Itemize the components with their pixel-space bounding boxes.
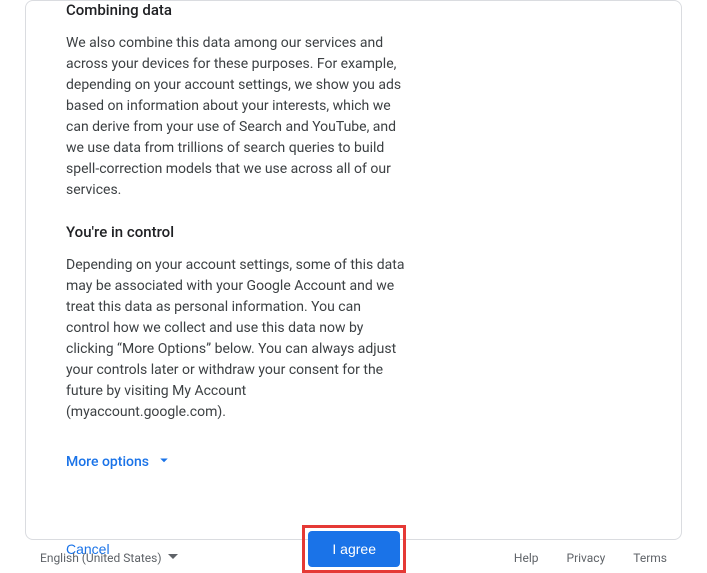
more-options-toggle[interactable]: More options <box>66 451 173 473</box>
youre-in-control-text: Depending on your account settings, some… <box>66 255 406 423</box>
signup-card: Combining data We also combine this data… <box>25 0 682 540</box>
button-row: Cancel I agree <box>66 525 406 573</box>
caret-down-icon <box>168 551 178 565</box>
agree-highlight-box: I agree <box>302 525 406 573</box>
more-options-label: More options <box>66 454 149 470</box>
privacy-link[interactable]: Privacy <box>567 551 606 565</box>
combining-data-text: We also combine this data among our serv… <box>66 33 406 201</box>
language-label: English (United States) <box>40 551 162 565</box>
footer: English (United States) Help Privacy Ter… <box>0 551 707 565</box>
youre-in-control-heading: You're in control <box>66 223 406 241</box>
terms-link[interactable]: Terms <box>633 551 667 565</box>
language-select[interactable]: English (United States) <box>40 551 178 565</box>
help-link[interactable]: Help <box>514 551 539 565</box>
content-area: Combining data We also combine this data… <box>66 1 406 573</box>
footer-links: Help Privacy Terms <box>514 551 667 565</box>
combining-data-heading: Combining data <box>66 1 406 19</box>
chevron-down-icon <box>155 451 173 473</box>
